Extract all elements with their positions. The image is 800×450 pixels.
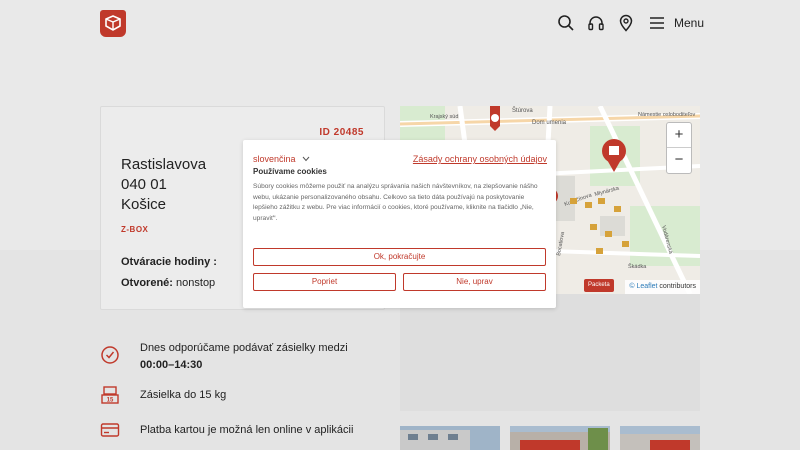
map-brand-tag: Packeta [584,279,614,292]
recommend-time: 00:00–14:30 [140,359,203,371]
language-selector[interactable]: slovenčina [253,154,310,164]
map-label-dom-umenia: Dom umenia [532,120,567,126]
address-zip: 040 01 [121,176,167,193]
card-payment-icon [100,423,120,437]
accept-cookies-button[interactable]: Ok, pokračujte [253,248,546,266]
map-label-krajsky-sud: Krajský súd [430,114,458,120]
customize-cookies-button[interactable]: Nie, uprav [403,273,546,291]
map-label-namestie: Námestie osloboditeľov [638,112,695,118]
hamburger-icon[interactable] [648,14,666,32]
photo-thumbnail-3[interactable] [620,426,700,450]
point-id: ID 20485 [319,127,364,138]
privacy-policy-link[interactable]: Zásady ochrany osobných údajov [413,154,547,164]
cookie-consent-dialog: slovenčina Zásady ochrany osobných údajo… [243,140,556,308]
attribution-text: contributors [659,283,696,290]
leaflet-link[interactable]: © Leaflet [629,283,657,290]
map-label-sturova: Štúrova [512,107,533,114]
recommend-prefix: Dnes odporúčame podávať zásielky medzi [140,342,348,354]
open-label: Otvorené: [121,277,173,289]
zoom-in-button[interactable]: + [667,123,691,148]
point-type: Z-BOX [121,225,149,234]
chevron-down-icon [302,156,310,162]
address-city: Košice [121,196,167,213]
photo-thumbnail-2[interactable] [510,426,610,450]
zoom-control: + − [666,122,692,174]
package-weight-icon: 15 [101,386,119,404]
map-below-panel [400,294,700,411]
opening-hours-title: Otváracie hodiny : [121,256,217,268]
search-icon[interactable] [557,14,575,32]
recommendation-text: Dnes odporúčame podávať zásielky medzi 0… [140,340,380,374]
payment-text: Platba kartou je možná len online v apli… [140,424,354,436]
map-label-skadka: Škádka [628,263,647,270]
point-address: Rastislavova 040 01 Košice [121,155,206,215]
zoom-out-button[interactable]: − [667,148,691,173]
menu-label[interactable]: Menu [674,16,704,30]
headphones-icon[interactable] [587,14,605,32]
map-attribution: © Leaflet contributors [625,280,700,294]
packeta-logo-icon[interactable] [100,10,126,37]
language-label: slovenčina [253,154,296,164]
address-street: Rastislavova [121,156,207,173]
clock-check-icon [101,346,119,364]
location-pin-icon[interactable] [617,14,635,32]
weight-badge: 15 [107,398,114,404]
opening-status: Otvorené: nonstop [121,277,215,289]
open-value: nonstop [176,277,216,289]
cookie-title: Používame cookies [253,167,327,176]
photo-thumbnail-1[interactable] [400,426,500,450]
deny-cookies-button[interactable]: Popriet [253,273,396,291]
cookie-description: Súbory cookies môžeme použiť na analýzu … [253,183,538,222]
weight-text: Zásielka do 15 kg [140,389,227,401]
map-marker-pin[interactable] [490,106,500,131]
